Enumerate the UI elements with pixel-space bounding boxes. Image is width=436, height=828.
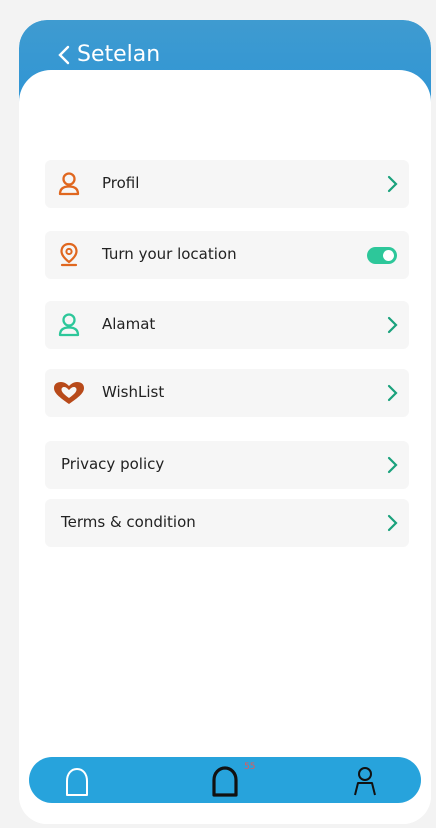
page-title: Setelan	[77, 42, 161, 67]
chevron-right-icon	[387, 384, 398, 402]
menu-item-privacy-policy[interactable]: Privacy policy	[45, 441, 409, 489]
menu-item-label: Privacy policy	[61, 455, 165, 473]
menu-item-address[interactable]: Alamat	[45, 301, 409, 349]
menu-item-wishlist[interactable]: WishList	[45, 369, 409, 417]
chevron-left-icon	[58, 45, 70, 65]
user-icon	[58, 313, 80, 337]
menu-item-location[interactable]: Turn your location	[45, 231, 409, 279]
location-toggle[interactable]	[367, 247, 397, 264]
phone-frame: Setelan Profil Turn your location Alamat…	[19, 20, 431, 824]
chevron-right-icon	[387, 514, 398, 532]
settings-sheet: Profil Turn your location Alamat WishLis…	[19, 70, 431, 824]
menu-item-label: Turn your location	[102, 245, 237, 263]
chevron-right-icon	[387, 175, 398, 193]
chevron-right-icon	[387, 456, 398, 474]
menu-item-profile[interactable]: Profil	[45, 160, 409, 208]
notification-badge: 55	[244, 762, 256, 772]
user-icon[interactable]	[347, 763, 383, 799]
menu-item-label: Alamat	[102, 315, 156, 333]
menu-item-label: WishList	[102, 383, 165, 401]
menu-item-label: Terms & condition	[61, 513, 196, 531]
toggle-knob	[383, 250, 394, 261]
user-icon	[58, 172, 80, 196]
bell-icon[interactable]	[207, 763, 243, 799]
heart-icon	[54, 382, 84, 404]
location-pin-icon	[60, 242, 78, 267]
bottom-nav: 55	[29, 757, 421, 803]
chevron-right-icon	[387, 316, 398, 334]
back-button[interactable]: Setelan	[57, 42, 160, 68]
home-icon[interactable]	[59, 763, 95, 799]
menu-item-label: Profil	[102, 174, 140, 192]
menu-item-terms[interactable]: Terms & condition	[45, 499, 409, 547]
